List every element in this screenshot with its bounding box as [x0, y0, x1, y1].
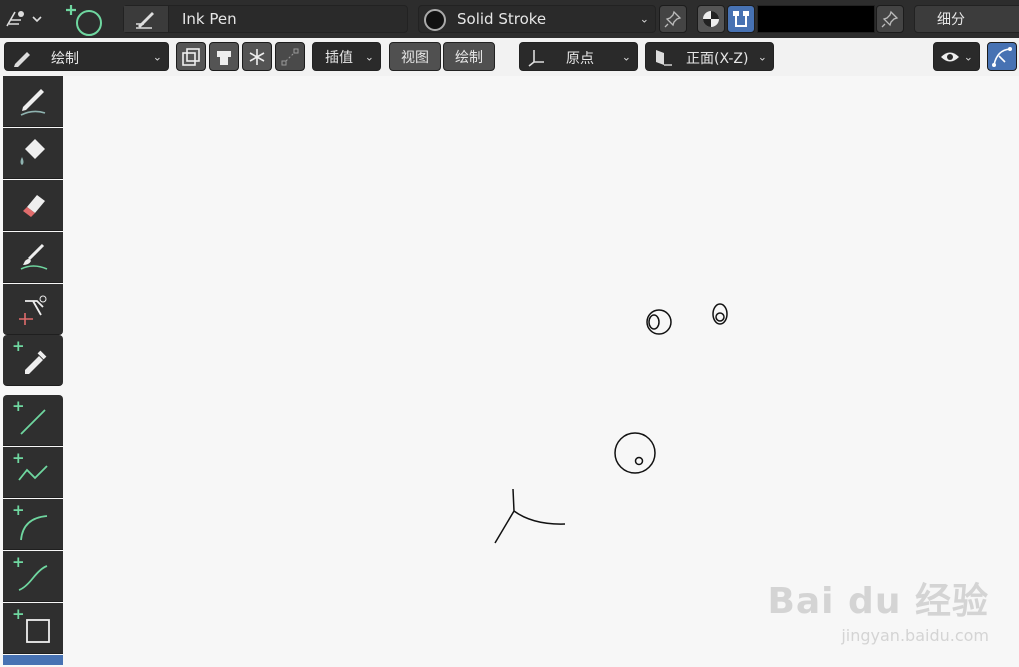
- stroke-right-pupil: [715, 312, 725, 322]
- view-menu[interactable]: 视图: [389, 42, 441, 71]
- curve-tool[interactable]: +: [3, 551, 63, 602]
- polyline-tool[interactable]: +: [3, 447, 63, 498]
- pencil-icon: [14, 51, 30, 67]
- orientation-dropdown[interactable]: 正面(X-Z) ⌄: [645, 42, 774, 71]
- plus-icon: +: [12, 337, 25, 355]
- tool-settings-bar: 绘制 ⌄ 插值 ⌄ 视图 绘制 原点 ⌄ 正面(X-Z) ⌄ ⌄: [0, 38, 1019, 76]
- header-bar: Ink Pen Solid Stroke ⌄ 细分: [0, 0, 1019, 39]
- stroke-nose-dot: [634, 456, 644, 466]
- scissors-icon: [19, 295, 47, 325]
- material-selector[interactable]: Solid Stroke ⌄: [418, 5, 656, 33]
- add-new-layer-icon[interactable]: [63, 2, 107, 36]
- visibility-dropdown[interactable]: ⌄: [933, 42, 980, 71]
- chevron-down-icon: ⌄: [152, 50, 162, 63]
- view-menu-label: 视图: [401, 49, 429, 66]
- cutter-tool[interactable]: [3, 284, 63, 335]
- eraser-icon: [23, 195, 45, 217]
- front-plane-icon: [656, 49, 672, 66]
- pencil-icon: [20, 89, 46, 116]
- tint-tool[interactable]: [3, 232, 63, 283]
- subdivide-panel-button[interactable]: 细分: [914, 5, 1019, 33]
- axis-origin-icon: [528, 49, 544, 67]
- stroke-mouth: [494, 488, 566, 544]
- watermark-brand: Bai du 经验: [767, 581, 989, 622]
- plus-icon: +: [12, 397, 25, 415]
- chevron-down-icon: ⌄: [364, 50, 374, 63]
- chevron-down-icon: ⌄: [639, 12, 649, 26]
- origin-label: 原点: [566, 51, 594, 67]
- material-sphere-icon: [424, 9, 446, 31]
- plus-icon: +: [12, 553, 25, 571]
- watermark-url: jingyan.baidu.com: [841, 626, 989, 645]
- color-swatch[interactable]: [757, 5, 875, 33]
- mode-label: 绘制: [51, 51, 79, 67]
- pin-material-icon[interactable]: [659, 5, 687, 33]
- curve-edit-icon[interactable]: [275, 42, 305, 71]
- circle-tool-active[interactable]: [3, 655, 63, 665]
- draw-tool[interactable]: [3, 76, 63, 127]
- stroke-left-pupil: [648, 314, 660, 330]
- eye-icon: [941, 52, 959, 61]
- eyedropper-tool[interactable]: +: [3, 335, 63, 386]
- fill-tool[interactable]: [3, 128, 63, 179]
- grease-pencil-mode-icon: [6, 11, 42, 27]
- overlay-toggle-icon[interactable]: [987, 42, 1017, 71]
- snowflake-icon[interactable]: [242, 42, 272, 71]
- plus-icon: +: [12, 605, 25, 623]
- ink-pen-icon: [124, 6, 169, 32]
- chevron-down-icon: ⌄: [963, 50, 973, 63]
- brush-name: Ink Pen: [182, 10, 237, 28]
- plus-icon: +: [12, 449, 25, 467]
- chevron-down-icon: ⌄: [621, 50, 631, 63]
- mode-dropdown[interactable]: 绘制 ⌄: [4, 42, 169, 71]
- orientation-label: 正面(X-Z): [686, 51, 749, 67]
- interpolate-label: 插值: [325, 49, 353, 66]
- chevron-down-icon: ⌄: [757, 50, 767, 63]
- color-mode-icon[interactable]: [697, 5, 725, 33]
- line-tool[interactable]: +: [3, 395, 63, 446]
- material-name: Solid Stroke: [457, 10, 547, 28]
- brush-selector[interactable]: Ink Pen: [123, 5, 408, 33]
- vertex-color-icon[interactable]: [727, 5, 755, 33]
- multiframe-icon[interactable]: [176, 42, 206, 71]
- watermark: Bai du 经验 jingyan.baidu.com: [767, 572, 989, 645]
- brush-icon: [20, 243, 48, 270]
- bucket-icon: [20, 139, 45, 165]
- box-tool[interactable]: +: [3, 603, 63, 654]
- arc-tool[interactable]: +: [3, 499, 63, 550]
- plus-icon: +: [12, 501, 25, 519]
- subdivide-label: 细分: [937, 12, 965, 28]
- draw-menu[interactable]: 绘制: [443, 42, 495, 71]
- erase-tool[interactable]: [3, 180, 63, 231]
- interpolate-dropdown[interactable]: 插值 ⌄: [312, 42, 381, 71]
- object-mode-menu[interactable]: [3, 5, 49, 33]
- draw-menu-label: 绘制: [455, 49, 483, 66]
- stroke-nose-circle: [614, 432, 656, 474]
- drawing-canvas[interactable]: Bai du 经验 jingyan.baidu.com: [63, 76, 1019, 663]
- origin-dropdown[interactable]: 原点 ⌄: [519, 42, 638, 71]
- autolock-layers-icon[interactable]: [209, 42, 239, 71]
- pin-color-icon[interactable]: [876, 5, 904, 33]
